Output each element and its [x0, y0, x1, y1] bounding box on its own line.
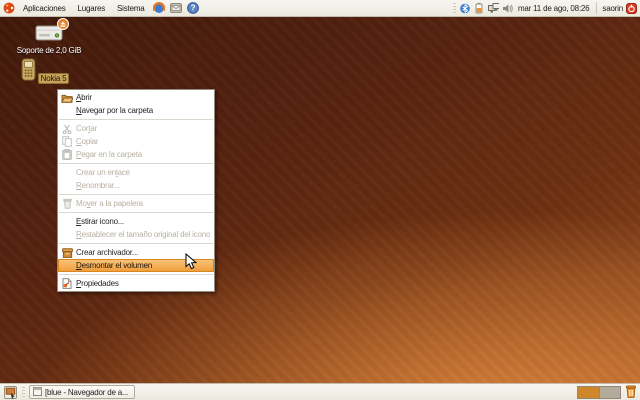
menu-item-label: Crear archivador... [76, 248, 139, 257]
menu-item-label: Estirar icono... [76, 217, 124, 226]
no-icon [61, 180, 73, 191]
menu-item-label: Abrir [76, 93, 92, 102]
menu-item-label: Copiar [76, 137, 99, 146]
trash-applet-icon[interactable] [625, 385, 637, 400]
menu-item-propiedades[interactable]: Propiedades [58, 277, 214, 290]
bottom-panel: [blue - Navegador de a... [0, 383, 640, 400]
drive-icon [35, 25, 63, 44]
menu-sistema[interactable]: Sistema [111, 0, 151, 17]
workspace-1[interactable] [578, 386, 599, 398]
desktop-screen: Aplicaciones Lugares Sistema ? mar 11 de… [0, 0, 640, 400]
window-icon [33, 386, 42, 398]
menu-item-mover-a-la-papelera: Mover a la papelera [58, 197, 214, 210]
workspace-switcher [577, 385, 621, 399]
menu-separator [59, 163, 213, 164]
applet-handle[interactable] [452, 2, 456, 14]
bluetooth-icon[interactable] [460, 2, 471, 14]
firefox-icon[interactable] [153, 2, 166, 15]
menu-item-abrir[interactable]: Abrir [58, 91, 214, 104]
menu-separator [59, 212, 213, 213]
archive-icon [61, 247, 73, 258]
menu-item-label: Crear un enlace [76, 168, 130, 177]
desktop-icon-soporte[interactable]: Soporte de 2,0 GiB [4, 18, 94, 55]
battery-icon[interactable] [474, 2, 485, 14]
username-label: saorin [602, 3, 623, 13]
no-icon [61, 260, 73, 271]
menu-item-restablecer-el-tamano-original-del-icono: Restablecer el tamaño original del icono [58, 228, 214, 241]
open-folder-icon [61, 92, 73, 103]
menu-item-renombrar: Renombrar... [58, 179, 214, 192]
show-desktop-button[interactable] [3, 385, 18, 399]
volume-icon[interactable] [502, 2, 513, 14]
menu-item-desmontar-el-volumen[interactable]: Desmontar el volumen [58, 259, 214, 272]
panel-tray: mar 11 de ago, 08:26 saorin [452, 2, 640, 14]
menu-aplicaciones[interactable]: Aplicaciones [17, 0, 72, 17]
applet-handle[interactable] [22, 386, 25, 398]
menu-item-label: Desmontar el volumen [76, 261, 153, 270]
no-icon [61, 216, 73, 227]
menu-item-cortar: Cortar [58, 122, 214, 135]
mail-icon[interactable] [170, 2, 183, 15]
menu-item-label: Renombrar... [76, 181, 120, 190]
menu-item-crear-un-enlace: Crear un enlace [58, 166, 214, 179]
menu-item-label: Navegar por la carpeta [76, 106, 153, 115]
menu-separator [59, 194, 213, 195]
menu-separator [59, 119, 213, 120]
menu-item-label: Cortar [76, 124, 98, 133]
copy-icon [61, 136, 73, 147]
menu-separator [59, 274, 213, 275]
no-icon [61, 229, 73, 240]
bottom-panel-right [577, 385, 637, 400]
menu-item-copiar: Copiar [58, 135, 214, 148]
menu-item-pegar-en-la-carpeta: Pegar en la carpeta [58, 148, 214, 161]
trash-icon [61, 198, 73, 209]
menu-separator [59, 243, 213, 244]
menu-item-navegar-por-la-carpeta[interactable]: Navegar por la carpeta [58, 104, 214, 117]
menu-item-crear-archivador[interactable]: Crear archivador... [58, 246, 214, 259]
logout-icon[interactable] [626, 2, 637, 14]
menu-lugares[interactable]: Lugares [72, 0, 112, 17]
menu-item-label: Pegar en la carpeta [76, 150, 143, 159]
desktop-icon-label: Nokia 5 [37, 73, 70, 84]
taskbar-window-button[interactable]: [blue - Navegador de a... [29, 385, 135, 399]
eject-emblem-icon [57, 18, 69, 32]
no-icon [61, 167, 73, 178]
svg-text:?: ? [191, 4, 196, 13]
cut-icon [61, 123, 73, 134]
desktop-icon-nokia[interactable]: Nokia 5 [20, 58, 70, 84]
top-panel: Aplicaciones Lugares Sistema ? mar 11 de… [0, 0, 640, 17]
paste-icon [61, 149, 73, 160]
properties-icon [61, 278, 73, 289]
menu-item-estirar-icono[interactable]: Estirar icono... [58, 215, 214, 228]
network-icon[interactable] [487, 2, 499, 14]
ubuntu-logo-icon[interactable] [2, 2, 15, 15]
context-menu: Abrir Navegar por la carpeta Cortar Copiar P… [57, 89, 215, 292]
menu-item-label: Restablecer el tamaño original del icono [76, 230, 210, 239]
workspace-2[interactable] [598, 386, 620, 398]
user-switcher[interactable]: saorin [602, 2, 637, 14]
menu-item-label: Propiedades [76, 279, 119, 288]
phone-icon [21, 58, 36, 83]
help-icon[interactable]: ? [187, 2, 200, 15]
desktop-icon-label: Soporte de 2,0 GiB [16, 46, 82, 55]
clock-applet[interactable]: mar 11 de ago, 08:26 [516, 4, 591, 13]
taskbar-window-label: [blue - Navegador de a... [45, 387, 129, 397]
menu-item-label: Mover a la papelera [76, 199, 143, 208]
panel-separator [596, 2, 598, 14]
no-icon [61, 105, 73, 116]
